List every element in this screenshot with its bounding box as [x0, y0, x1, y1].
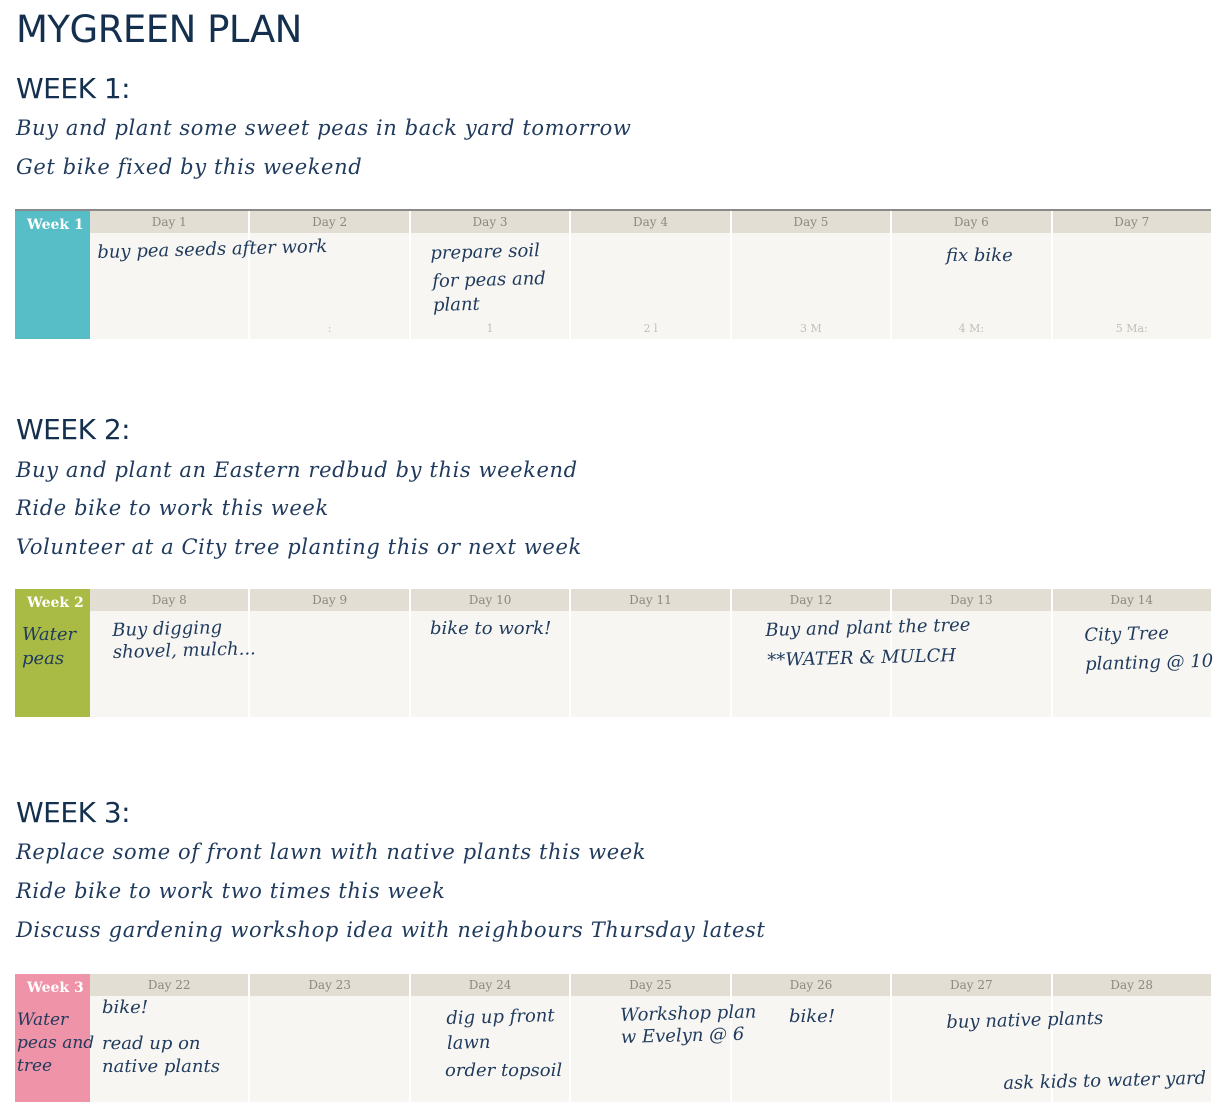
day-date: 2 l: [643, 322, 658, 335]
day-header: Day 5: [731, 211, 891, 233]
day-cell: Day 23: [248, 974, 409, 1102]
week-1-days: Day 1 Day 2: Day 3 1 Day 4 2 l Day 5 3 M Da…: [90, 211, 1211, 339]
day-cell: Day 2:: [248, 211, 409, 339]
day-date: 3 M: [800, 322, 822, 335]
day-header: Day 13: [892, 589, 1051, 611]
day-header: Day 3: [410, 211, 570, 233]
day-header: Day 24: [410, 974, 570, 996]
week-3-goal: Ride bike to work two times this week: [16, 879, 446, 903]
week-2-goal: Volunteer at a City tree planting this o…: [16, 535, 582, 559]
day-header: Day 1: [90, 211, 249, 233]
day-date: :: [327, 322, 332, 335]
day-cell: Day 4 2 l: [569, 211, 730, 339]
day-cell: Day 7 5 Ma:: [1050, 211, 1211, 339]
day-header: Day 28: [1052, 974, 1211, 996]
handwritten-note: dig up front lawn: [446, 1005, 555, 1054]
handwritten-note: order topsoil: [445, 1060, 563, 1081]
handwritten-note: read up on native plants: [102, 1033, 220, 1077]
day-date: 1: [486, 322, 494, 335]
day-cell: Day 11: [569, 589, 730, 717]
handwritten-note: for peas and plant: [432, 268, 547, 316]
day-cell: Day 1: [90, 211, 249, 339]
handwritten-note: prepare soil: [430, 240, 541, 264]
day-header: Day 7: [1052, 211, 1211, 233]
week-1-calendar: Week 1 Day 1 Day 2: Day 3 1 Day 4 2 l Day …: [15, 209, 1211, 339]
day-cell: Day 9: [248, 589, 409, 717]
day-date: 5 Ma:: [1115, 322, 1148, 335]
day-header: Day 8: [90, 589, 249, 611]
week-2-days: Day 8 Day 9 Day 10 Day 11 Day 12 Day 13 …: [90, 589, 1211, 717]
handwritten-note: Buy digging shovel, mulch...: [112, 617, 257, 663]
day-header: Day 9: [250, 589, 409, 611]
day-header: Day 11: [571, 589, 730, 611]
day-header: Day 2: [250, 211, 409, 233]
week-3-goal: Replace some of front lawn with native p…: [16, 840, 647, 864]
handwritten-note: **WATER & MULCH: [767, 645, 957, 671]
day-cell: Day 6 4 M:: [890, 211, 1051, 339]
week-1-label-cell: Week 1: [15, 211, 90, 339]
week-2-goal: Ride bike to work this week: [16, 496, 329, 520]
day-header: Day 27: [892, 974, 1051, 996]
handwritten-note: bike!: [102, 997, 149, 1018]
day-header: Day 4: [571, 211, 730, 233]
handwritten-note: fix bike: [946, 245, 1013, 266]
week-1-label: Week 1: [27, 217, 84, 233]
week-3-label: Week 3: [27, 980, 84, 996]
handwritten-note: bike to work!: [430, 618, 552, 639]
week-1-heading: WEEK 1:: [16, 72, 131, 105]
week-3-goal: Discuss gardening workshop idea with nei…: [16, 918, 766, 942]
week-2-goal: Buy and plant an Eastern redbud by this …: [16, 458, 578, 482]
day-date: 4 M:: [958, 322, 985, 335]
handwritten-note: Workshop plan w Evelyn @ 6: [620, 1001, 757, 1048]
handwritten-note: bike!: [789, 1006, 836, 1027]
week-note: Water peas: [22, 624, 77, 669]
week-1-goal: Get bike fixed by this weekend: [16, 155, 363, 179]
day-header: Day 10: [410, 589, 570, 611]
handwritten-note: City Tree planting @ 10: [1084, 622, 1214, 675]
day-header: Day 14: [1052, 589, 1211, 611]
week-2-label: Week 2: [27, 595, 84, 611]
day-header: Day 6: [892, 211, 1051, 233]
day-header: Day 26: [731, 974, 891, 996]
week-2-heading: WEEK 2:: [16, 413, 131, 446]
day-header: Day 23: [250, 974, 409, 996]
day-header: Day 12: [731, 589, 891, 611]
day-cell: Day 5 3 M: [729, 211, 891, 339]
week-note: Water peas and tree: [17, 1010, 95, 1076]
handwritten-note: buy native plants: [946, 1007, 1104, 1033]
day-header: Day 22: [90, 974, 249, 996]
day-cell: Day 10: [408, 589, 570, 717]
day-header: Day 25: [571, 974, 730, 996]
page-title: MYGREEN PLAN: [16, 8, 302, 51]
week-3-heading: WEEK 3:: [16, 796, 131, 829]
week-1-goal: Buy and plant some sweet peas in back ya…: [16, 116, 632, 140]
